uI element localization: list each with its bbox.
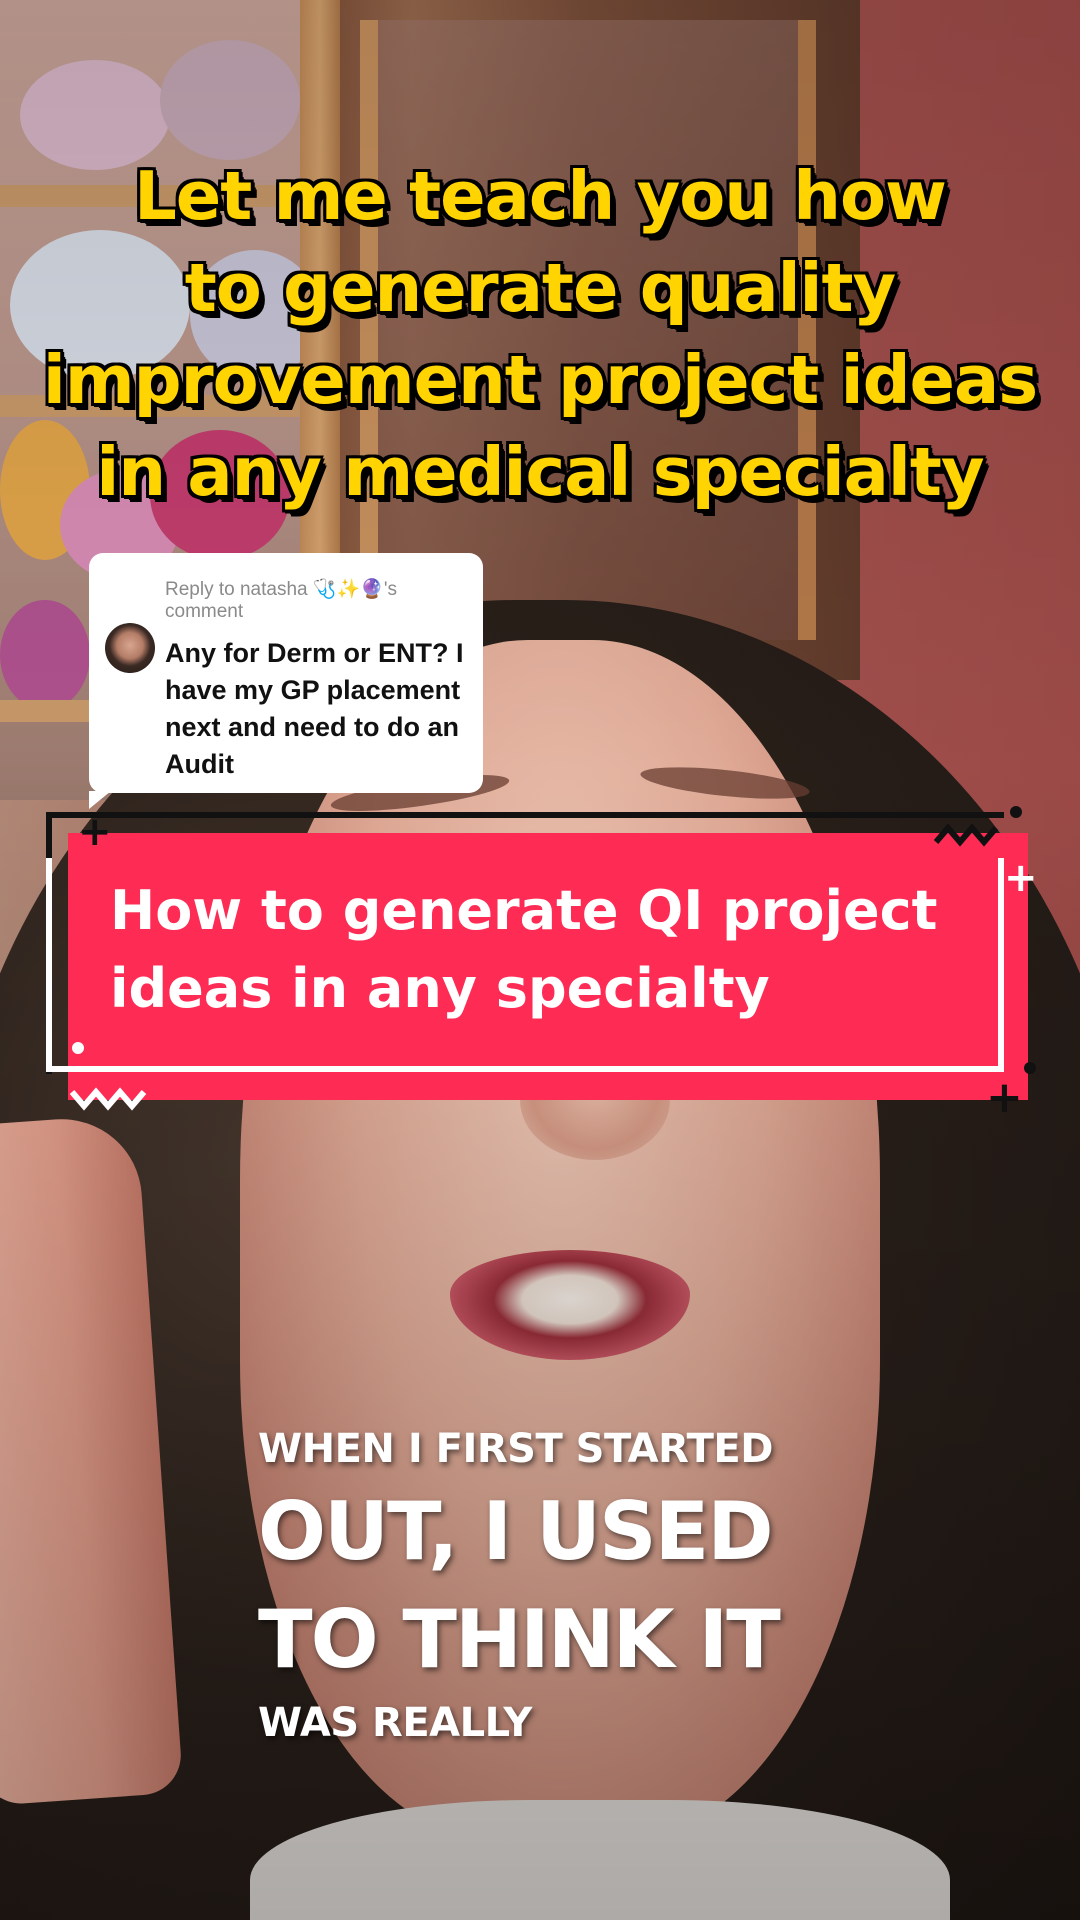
- dot-icon: [72, 1042, 84, 1054]
- headline-line: improvement project ideas: [42, 341, 1038, 419]
- subtitle-line: OUT, I USED: [258, 1485, 774, 1578]
- subtitle-block: WHEN I FIRST STARTED OUT, I USED TO THIN…: [258, 1420, 878, 1752]
- zigzag-icon: [70, 1087, 147, 1111]
- dot-icon: [1024, 1062, 1036, 1074]
- plus-sign-icon: +: [78, 809, 112, 855]
- subtitle-line: TO THINK IT: [258, 1593, 781, 1686]
- subtitle-line: WHEN I FIRST STARTED: [258, 1426, 773, 1472]
- reply-comment-text: Any for Derm or ENT? I have my GP placem…: [165, 638, 464, 779]
- headline-line: Let me teach you how: [134, 157, 947, 235]
- dot-icon: [1010, 806, 1022, 818]
- headline-line: in any medical specialty: [96, 433, 984, 511]
- commenter-avatar: [105, 623, 155, 673]
- plus-sign-icon: +: [986, 1072, 1023, 1123]
- title-card-line: ideas in any specialty: [110, 957, 770, 1020]
- plus-sign-icon: +: [1004, 855, 1038, 901]
- subtitle-line: WAS REALLY: [258, 1700, 532, 1746]
- title-card-line: How to generate QI project: [110, 879, 938, 942]
- reply-comment-bubble[interactable]: Reply to natasha 🩺✨🔮's comment Any for D…: [89, 553, 483, 809]
- title-card-text: How to generate QI project ideas in any …: [110, 872, 990, 1028]
- zigzag-icon: [934, 823, 999, 847]
- headline-line: to generate quality: [184, 249, 896, 327]
- headline-caption: Let me teach you how to generate quality…: [0, 150, 1080, 518]
- reply-meta-text: Reply to natasha 🩺✨🔮's comment: [165, 579, 397, 622]
